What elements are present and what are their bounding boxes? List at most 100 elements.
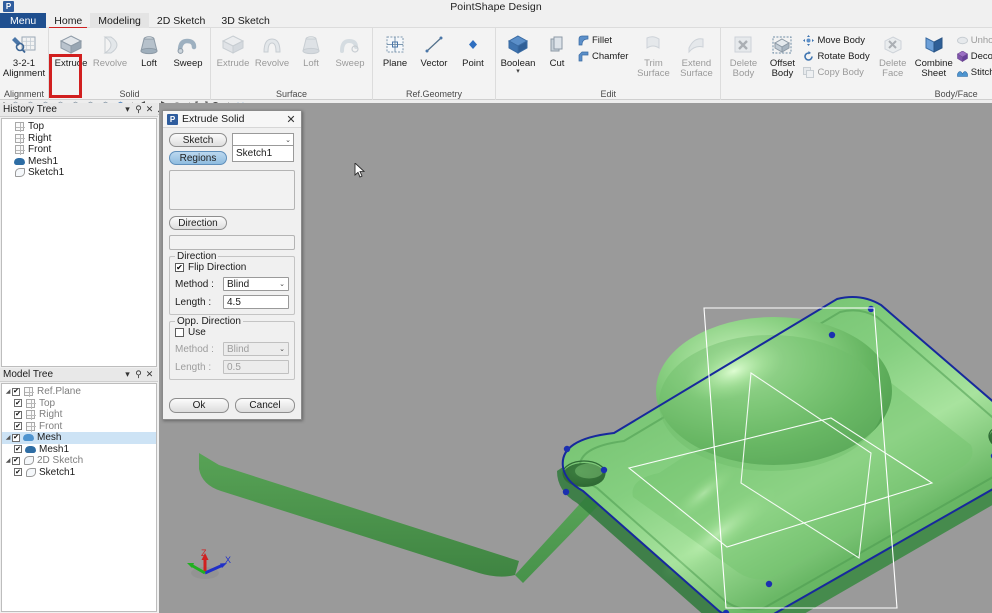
button-move-body[interactable]: Move Body — [802, 33, 872, 48]
close-icon[interactable]: ✕ — [144, 104, 155, 115]
button-3-2-1-alignment[interactable]: 3-2-1 Alignment — [3, 30, 45, 79]
model-item-top[interactable]: ✔ Top — [2, 398, 156, 410]
model-item-ref-plane[interactable]: ◢ ✔ Ref.Plane — [2, 386, 156, 398]
vertex-point — [765, 580, 773, 588]
model-tree-body[interactable]: ◢ ✔ Ref.Plane ✔ Top ✔ Right ✔ Front ◢ ✔ … — [1, 383, 157, 612]
sketch-dropdown-list[interactable]: Sketch1 — [232, 146, 294, 162]
chevron-down-icon[interactable]: ⌄ — [285, 136, 291, 144]
direction-button[interactable]: Direction — [169, 216, 227, 230]
vertex-point — [600, 466, 608, 474]
ribbon: 3-2-1 Alignment Alignment Extrude Revolv… — [0, 28, 992, 100]
close-icon[interactable]: ✕ — [285, 113, 297, 126]
button-rotate-body-label: Rotate Body — [817, 51, 870, 62]
model-item-mesh1[interactable]: ✔ Mesh1 — [2, 444, 156, 456]
direction-method-select[interactable]: Blind ⌄ — [223, 277, 289, 291]
chevron-down-icon[interactable]: ▾ — [122, 369, 133, 380]
history-item-right[interactable]: Right — [2, 133, 156, 145]
opp-use-row[interactable]: Use — [175, 327, 289, 338]
regions-listbox[interactable] — [169, 170, 295, 210]
chevron-down-icon[interactable]: ⌄ — [279, 281, 285, 288]
cancel-button[interactable]: Cancel — [235, 398, 295, 413]
opp-length-input[interactable]: 0.5 — [223, 360, 289, 374]
button-sweep-surface[interactable]: Sweep — [331, 30, 369, 69]
model-item-sketch1[interactable]: ✔ Sketch1 — [2, 467, 156, 479]
button-delete-body[interactable]: Delete Body — [724, 30, 762, 79]
checkbox[interactable]: ✔ — [14, 468, 22, 477]
button-ref-plane[interactable]: Plane — [376, 30, 414, 69]
button-boolean[interactable]: Boolean ▾ — [499, 30, 537, 75]
flip-direction-row[interactable]: ✔ Flip Direction — [175, 262, 289, 273]
button-revolve-surface[interactable]: Revolve — [253, 30, 291, 69]
chevron-down-icon[interactable]: ▾ — [122, 104, 133, 115]
axis-z-label: Z — [201, 548, 207, 558]
button-cut-label: Cut — [549, 58, 565, 69]
button-ref-vector[interactable]: Vector — [415, 30, 453, 69]
button-combine-sheet[interactable]: Combine Sheet — [913, 30, 955, 79]
flip-direction-checkbox[interactable]: ✔ — [175, 263, 184, 272]
button-sweep-solid[interactable]: Sweep — [169, 30, 207, 69]
regions-button[interactable]: Regions — [169, 151, 227, 165]
model-item-label: Ref.Plane — [37, 386, 81, 398]
menu-button[interactable]: Menu — [0, 13, 47, 28]
model-item-right[interactable]: ✔ Right — [2, 409, 156, 421]
checkbox[interactable]: ✔ — [14, 410, 22, 419]
history-item-top[interactable]: Top — [2, 121, 156, 133]
checkbox[interactable]: ✔ — [14, 422, 22, 431]
expander-icon[interactable]: ◢ — [4, 388, 12, 395]
history-item-front[interactable]: Front — [2, 144, 156, 156]
button-copy-body[interactable]: Copy Body — [802, 65, 872, 80]
tab-3d-sketch[interactable]: 3D Sketch — [213, 13, 277, 28]
button-delete-face[interactable]: Delete Face — [874, 30, 912, 79]
button-stitch-faces[interactable]: Stitch Faces — [956, 65, 992, 80]
direction-length-input[interactable]: 4.5 — [223, 295, 289, 309]
tab-3d-sketch-label: 3D Sketch — [221, 14, 270, 27]
sketch-button[interactable]: Sketch — [169, 133, 227, 147]
dialog-title-bar[interactable]: P Extrude Solid ✕ — [163, 111, 301, 128]
history-tree-body[interactable]: Top Right Front Mesh1 Sketch1 — [1, 118, 157, 367]
history-item-sketch1[interactable]: Sketch1 — [2, 167, 156, 179]
button-fillet[interactable]: Fillet — [577, 33, 631, 48]
checkbox[interactable]: ✔ — [12, 387, 20, 396]
pin-icon[interactable]: ⚲ — [133, 104, 144, 115]
direction-textfield[interactable] — [169, 235, 295, 250]
tab-home[interactable]: Home — [46, 13, 90, 29]
vertex-point — [867, 305, 875, 313]
extrude-solid-dialog[interactable]: P Extrude Solid ✕ Sketch Regions ⌄ Sketc… — [162, 110, 366, 420]
pointshape-logo-icon: P — [167, 113, 178, 125]
ok-button[interactable]: Ok — [169, 398, 229, 413]
button-loft-solid[interactable]: Loft — [130, 30, 168, 69]
checkbox[interactable]: ✔ — [12, 456, 20, 465]
sketch-combo[interactable]: ⌄ — [232, 133, 294, 146]
button-loft-surface[interactable]: Loft — [292, 30, 330, 69]
button-chamfer[interactable]: Chamfer — [577, 49, 631, 64]
history-item-mesh1[interactable]: Mesh1 — [2, 156, 156, 168]
tab-modeling[interactable]: Modeling — [90, 13, 149, 28]
model-item-front[interactable]: ✔ Front — [2, 421, 156, 433]
button-unhook-face[interactable]: Unhook Face — [956, 33, 992, 48]
dropdown-item-sketch1[interactable]: Sketch1 — [236, 148, 272, 159]
pin-icon[interactable]: ⚲ — [133, 369, 144, 380]
checkbox[interactable]: ✔ — [12, 433, 20, 442]
opp-use-checkbox[interactable] — [175, 328, 184, 337]
button-revolve-solid[interactable]: Revolve — [91, 30, 129, 69]
chevron-down-icon[interactable]: ▾ — [516, 68, 520, 75]
chevron-down-icon[interactable]: ⌄ — [279, 346, 285, 353]
close-icon[interactable]: ✕ — [144, 369, 155, 380]
button-extrude-solid[interactable]: Extrude — [52, 30, 90, 69]
model-item-2d-sketch[interactable]: ◢ ✔ 2D Sketch — [2, 455, 156, 467]
expander-icon[interactable]: ◢ — [4, 434, 12, 441]
checkbox[interactable]: ✔ — [14, 399, 22, 408]
button-ref-point[interactable]: Point — [454, 30, 492, 69]
button-extend-surface[interactable]: Extend Surface — [675, 30, 717, 79]
button-rotate-body[interactable]: Rotate Body — [802, 49, 872, 64]
opp-method-select[interactable]: Blind ⌄ — [223, 342, 289, 356]
button-decompose-faces[interactable]: Decompose Faces — [956, 49, 992, 64]
model-item-mesh[interactable]: ◢ ✔ Mesh — [2, 432, 156, 444]
button-extrude-surface[interactable]: Extrude — [214, 30, 252, 69]
expander-icon[interactable]: ◢ — [4, 457, 12, 464]
checkbox[interactable]: ✔ — [14, 445, 22, 454]
button-offset-body[interactable]: Offset Body — [763, 30, 801, 79]
tab-2d-sketch[interactable]: 2D Sketch — [149, 13, 213, 28]
button-trim-surface[interactable]: Trim Surface — [632, 30, 674, 79]
button-cut[interactable]: Cut — [538, 30, 576, 69]
